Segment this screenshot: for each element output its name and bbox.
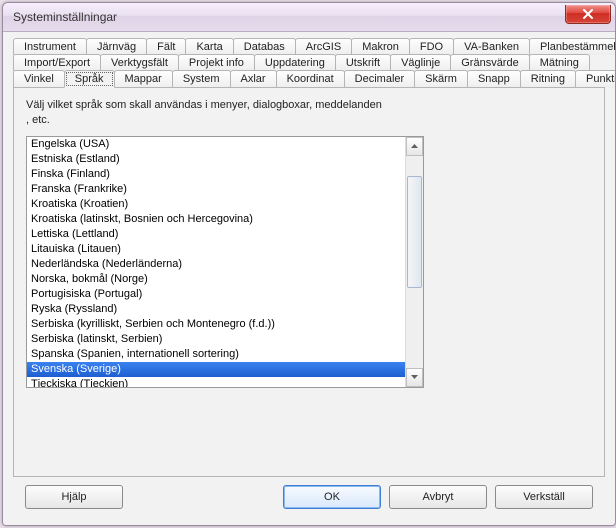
scroll-thumb[interactable]	[407, 176, 422, 288]
tab-panel: Välj vilket språk som skall användas i m…	[13, 87, 605, 477]
tab-ritning[interactable]: Ritning	[520, 70, 576, 88]
list-item[interactable]: Kroatiska (latinskt, Bosnien och Hercego…	[27, 212, 405, 227]
tab-j-rnv-g[interactable]: Järnväg	[86, 38, 147, 55]
list-item[interactable]: Spanska (Spanien, internationell sorteri…	[27, 347, 405, 362]
list-item[interactable]: Litauiska (Litauen)	[27, 242, 405, 257]
tab-punktinfo[interactable]: Punktinfo	[575, 70, 616, 88]
titlebar: Systeminställningar	[3, 3, 615, 32]
help-button[interactable]: Hjälp	[25, 485, 123, 509]
tab-system[interactable]: System	[172, 70, 231, 88]
tab-spr-k[interactable]: Språk	[64, 70, 115, 88]
list-item[interactable]: Serbiska (kyrilliskt, Serbien och Monten…	[27, 317, 405, 332]
list-item[interactable]: Franska (Frankrike)	[27, 182, 405, 197]
list-item[interactable]: Finska (Finland)	[27, 167, 405, 182]
tab-v-glinje[interactable]: Väglinje	[390, 54, 451, 71]
tab-planbest-mmelser[interactable]: Planbestämmelser	[529, 38, 616, 55]
tab-gr-nsv-rde[interactable]: Gränsvärde	[450, 54, 529, 71]
apply-button[interactable]: Verkställ	[495, 485, 593, 509]
tab-verktygsf-lt[interactable]: Verktygsfält	[100, 54, 179, 71]
tab-vinkel[interactable]: Vinkel	[13, 70, 65, 88]
list-item[interactable]: Engelska (USA)	[27, 137, 405, 152]
list-item[interactable]: Serbiska (latinskt, Serbien)	[27, 332, 405, 347]
tab-utskrift[interactable]: Utskrift	[335, 54, 391, 71]
tab-uppdatering[interactable]: Uppdatering	[254, 54, 336, 71]
tab-m-tning[interactable]: Mätning	[529, 54, 590, 71]
cancel-button[interactable]: Avbryt	[389, 485, 487, 509]
list-item[interactable]: Tjeckiska (Tjeckien)	[27, 377, 405, 387]
chevron-up-icon	[411, 144, 418, 148]
list-item[interactable]: Norska, bokmål (Norge)	[27, 272, 405, 287]
tab-f-lt[interactable]: Fält	[146, 38, 186, 55]
dialog-window: Systeminställningar InstrumentJärnvägFäl…	[2, 2, 616, 526]
tab-arcgis[interactable]: ArcGIS	[295, 38, 352, 55]
tab-sk-rm[interactable]: Skärm	[414, 70, 468, 88]
ok-button[interactable]: OK	[283, 485, 381, 509]
language-list[interactable]: Engelska (USA)Estniska (Estland)Finska (…	[27, 137, 405, 387]
tab-koordinat[interactable]: Koordinat	[276, 70, 345, 88]
list-item[interactable]: Lettiska (Lettland)	[27, 227, 405, 242]
tab-snapp[interactable]: Snapp	[467, 70, 521, 88]
tab-karta[interactable]: Karta	[185, 38, 233, 55]
scroll-down-button[interactable]	[406, 368, 423, 387]
list-item[interactable]: Svenska (Sverige)	[27, 362, 405, 377]
client-area: InstrumentJärnvägFältKartaDatabasArcGISM…	[3, 32, 615, 525]
close-button[interactable]	[565, 5, 611, 24]
instruction-text: Välj vilket språk som skall användas i m…	[26, 98, 386, 128]
list-item[interactable]: Nederländska (Nederländerna)	[27, 257, 405, 272]
close-icon	[582, 9, 594, 19]
button-bar: Hjälp OK Avbryt Verkställ	[13, 477, 605, 517]
tab-import-export[interactable]: Import/Export	[13, 54, 101, 71]
tab-fdo[interactable]: FDO	[409, 38, 454, 55]
scroll-track[interactable]	[406, 156, 423, 368]
window-title: Systeminställningar	[13, 10, 117, 24]
list-item[interactable]: Ryska (Ryssland)	[27, 302, 405, 317]
tab-va-banken[interactable]: VA-Banken	[453, 38, 530, 55]
scrollbar[interactable]	[405, 137, 423, 387]
tab-projekt-info[interactable]: Projekt info	[178, 54, 255, 71]
tab-mappar[interactable]: Mappar	[114, 70, 173, 88]
tab-strip: InstrumentJärnvägFältKartaDatabasArcGISM…	[13, 38, 605, 87]
tab-makron[interactable]: Makron	[351, 38, 410, 55]
scroll-up-button[interactable]	[406, 137, 423, 156]
chevron-down-icon	[411, 375, 418, 379]
tab-axlar[interactable]: Axlar	[230, 70, 277, 88]
tab-databas[interactable]: Databas	[233, 38, 296, 55]
list-item[interactable]: Portugisiska (Portugal)	[27, 287, 405, 302]
tab-decimaler[interactable]: Decimaler	[344, 70, 416, 88]
list-item[interactable]: Kroatiska (Kroatien)	[27, 197, 405, 212]
list-item[interactable]: Estniska (Estland)	[27, 152, 405, 167]
language-listbox[interactable]: Engelska (USA)Estniska (Estland)Finska (…	[26, 136, 424, 388]
tab-instrument[interactable]: Instrument	[13, 38, 87, 55]
